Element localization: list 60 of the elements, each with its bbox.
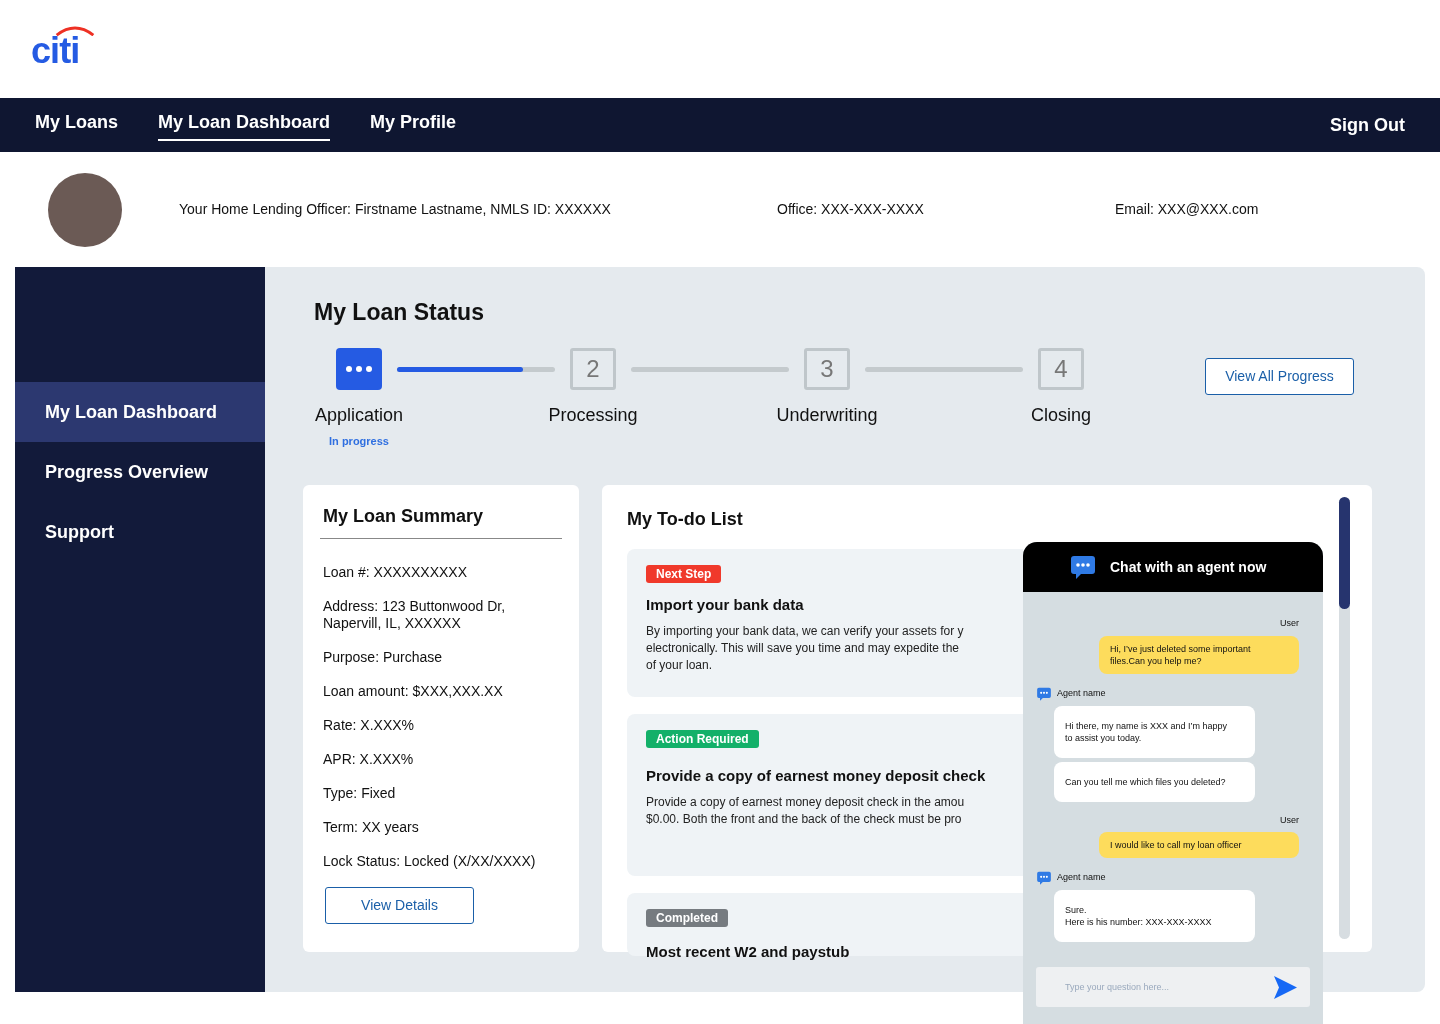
chat-bubble-icon <box>1036 870 1052 886</box>
sender-label: User <box>1280 813 1299 827</box>
agent-message-bubble: Hi there, my name is XXX and I’m happy to assist you today. <box>1054 705 1255 758</box>
loan-detail-text: Purpose: Purchase <box>323 649 444 666</box>
sender-label: Agent name <box>1057 871 1106 885</box>
citi-logo[interactable]: citi <box>31 26 97 66</box>
todo-item-title: Import your bank data <box>646 595 805 615</box>
view-details-button[interactable]: View Details <box>325 887 474 924</box>
chat-bubble-icon <box>1069 553 1097 581</box>
chat-input-bar[interactable]: Type your question here... <box>1036 967 1310 1007</box>
step-label: Underwriting <box>776 403 878 427</box>
loan-detail-text: APR: X.XXX% <box>323 751 415 768</box>
scrollbar-thumb[interactable] <box>1339 497 1350 609</box>
sign-out-link[interactable]: Sign Out <box>1330 111 1405 139</box>
todo-title: My To-do List <box>627 508 744 531</box>
sidebar-item[interactable]: Support <box>15 502 265 562</box>
sidebar-item[interactable]: Progress Overview <box>15 442 265 502</box>
view-all-progress-button[interactable]: View All Progress <box>1205 357 1354 395</box>
user-message-bubble: I would like to call my loan officer <box>1099 832 1299 858</box>
step-number: 4 <box>1038 347 1084 390</box>
todo-status-tag: Action Required <box>646 730 759 748</box>
todo-item[interactable]: Action Required Provide a copy of earnest money deposit check Provide a copy of earnest money deposit check in the amou $0.00. Both the front and the back of the check must be pro <box>627 714 1023 876</box>
chat-bubble-icon <box>1036 685 1052 702</box>
loan-detail-text: Term: XX years <box>323 819 420 836</box>
office-phone-text: Office: XXX-XXX-XXXX <box>777 200 925 219</box>
nav-link[interactable]: My Loans <box>35 109 118 141</box>
todo-item[interactable]: Next Step Import your bank data By importing your bank data, we can verify your assets for y electronically. This will save you time and may expedite the of your loan. <box>627 549 1023 697</box>
sender-label: Agent name <box>1057 686 1106 700</box>
loan-detail-text: Rate: X.XXX% <box>323 717 416 734</box>
step-number: 2 <box>570 347 616 390</box>
todo-item-description: Provide a copy of earnest money deposit check in the amou $0.00. Both the front and the back of the check must be pro <box>646 793 966 828</box>
step-label: Application <box>314 403 404 427</box>
step-status-text: In progress <box>329 433 389 449</box>
agent-message-bubble: Can you tell me which files you deleted? <box>1054 761 1255 802</box>
chat-title: Chat with an agent now <box>1110 557 1267 577</box>
todo-status-tag: Completed <box>646 909 728 927</box>
loan-detail-text: Loan #: XXXXXXXXXX <box>323 564 468 581</box>
email-text: Email: XXX@XXX.com <box>1115 200 1259 219</box>
loan-detail-text: Type: Fixed <box>323 785 397 802</box>
sender-label: User <box>1280 617 1299 630</box>
loan-detail-text: Lock Status: Locked (X/XX/XXXX) <box>323 853 537 870</box>
step-dots-icon <box>336 347 382 390</box>
sidebar-item[interactable]: My Loan Dashboard <box>15 382 265 442</box>
nav-link[interactable]: My Loan Dashboard <box>158 109 331 141</box>
loan-detail-text: Address: 123 Buttonwood Dr, Napervill, IL, XXXXXX <box>323 598 507 632</box>
loan-summary-title: My Loan Summary <box>320 503 562 539</box>
user-message-bubble: Hi, I’ve just deleted some important files.Can you help me? <box>1099 635 1299 674</box>
todo-status-tag: Next Step <box>646 565 722 583</box>
step-number: 3 <box>804 347 850 390</box>
officer-name-text: Your Home Lending Officer: Firstname Lastname, NMLS ID: XXXXXX <box>179 200 612 219</box>
loan-status-title: My Loan Status <box>314 298 485 327</box>
nav-link[interactable]: My Profile <box>370 109 457 141</box>
todo-item-description: By importing your bank data, we can verify your assets for y electronically. This will save you time and may expedite the of your loan. <box>646 622 965 674</box>
todo-item-title: Provide a copy of earnest money deposit check <box>646 766 987 786</box>
step-label: Closing <box>1031 403 1091 427</box>
agent-message-bubble: Sure. Here is his number: XXX-XXX-XXXX <box>1054 890 1255 942</box>
chat-input-field[interactable]: Type your question here... <box>1065 967 1273 1007</box>
send-icon[interactable] <box>1273 974 1298 1000</box>
loan-detail-text: Loan amount: $XXX,XXX.XX <box>323 683 504 700</box>
step-label: Processing <box>548 403 638 427</box>
